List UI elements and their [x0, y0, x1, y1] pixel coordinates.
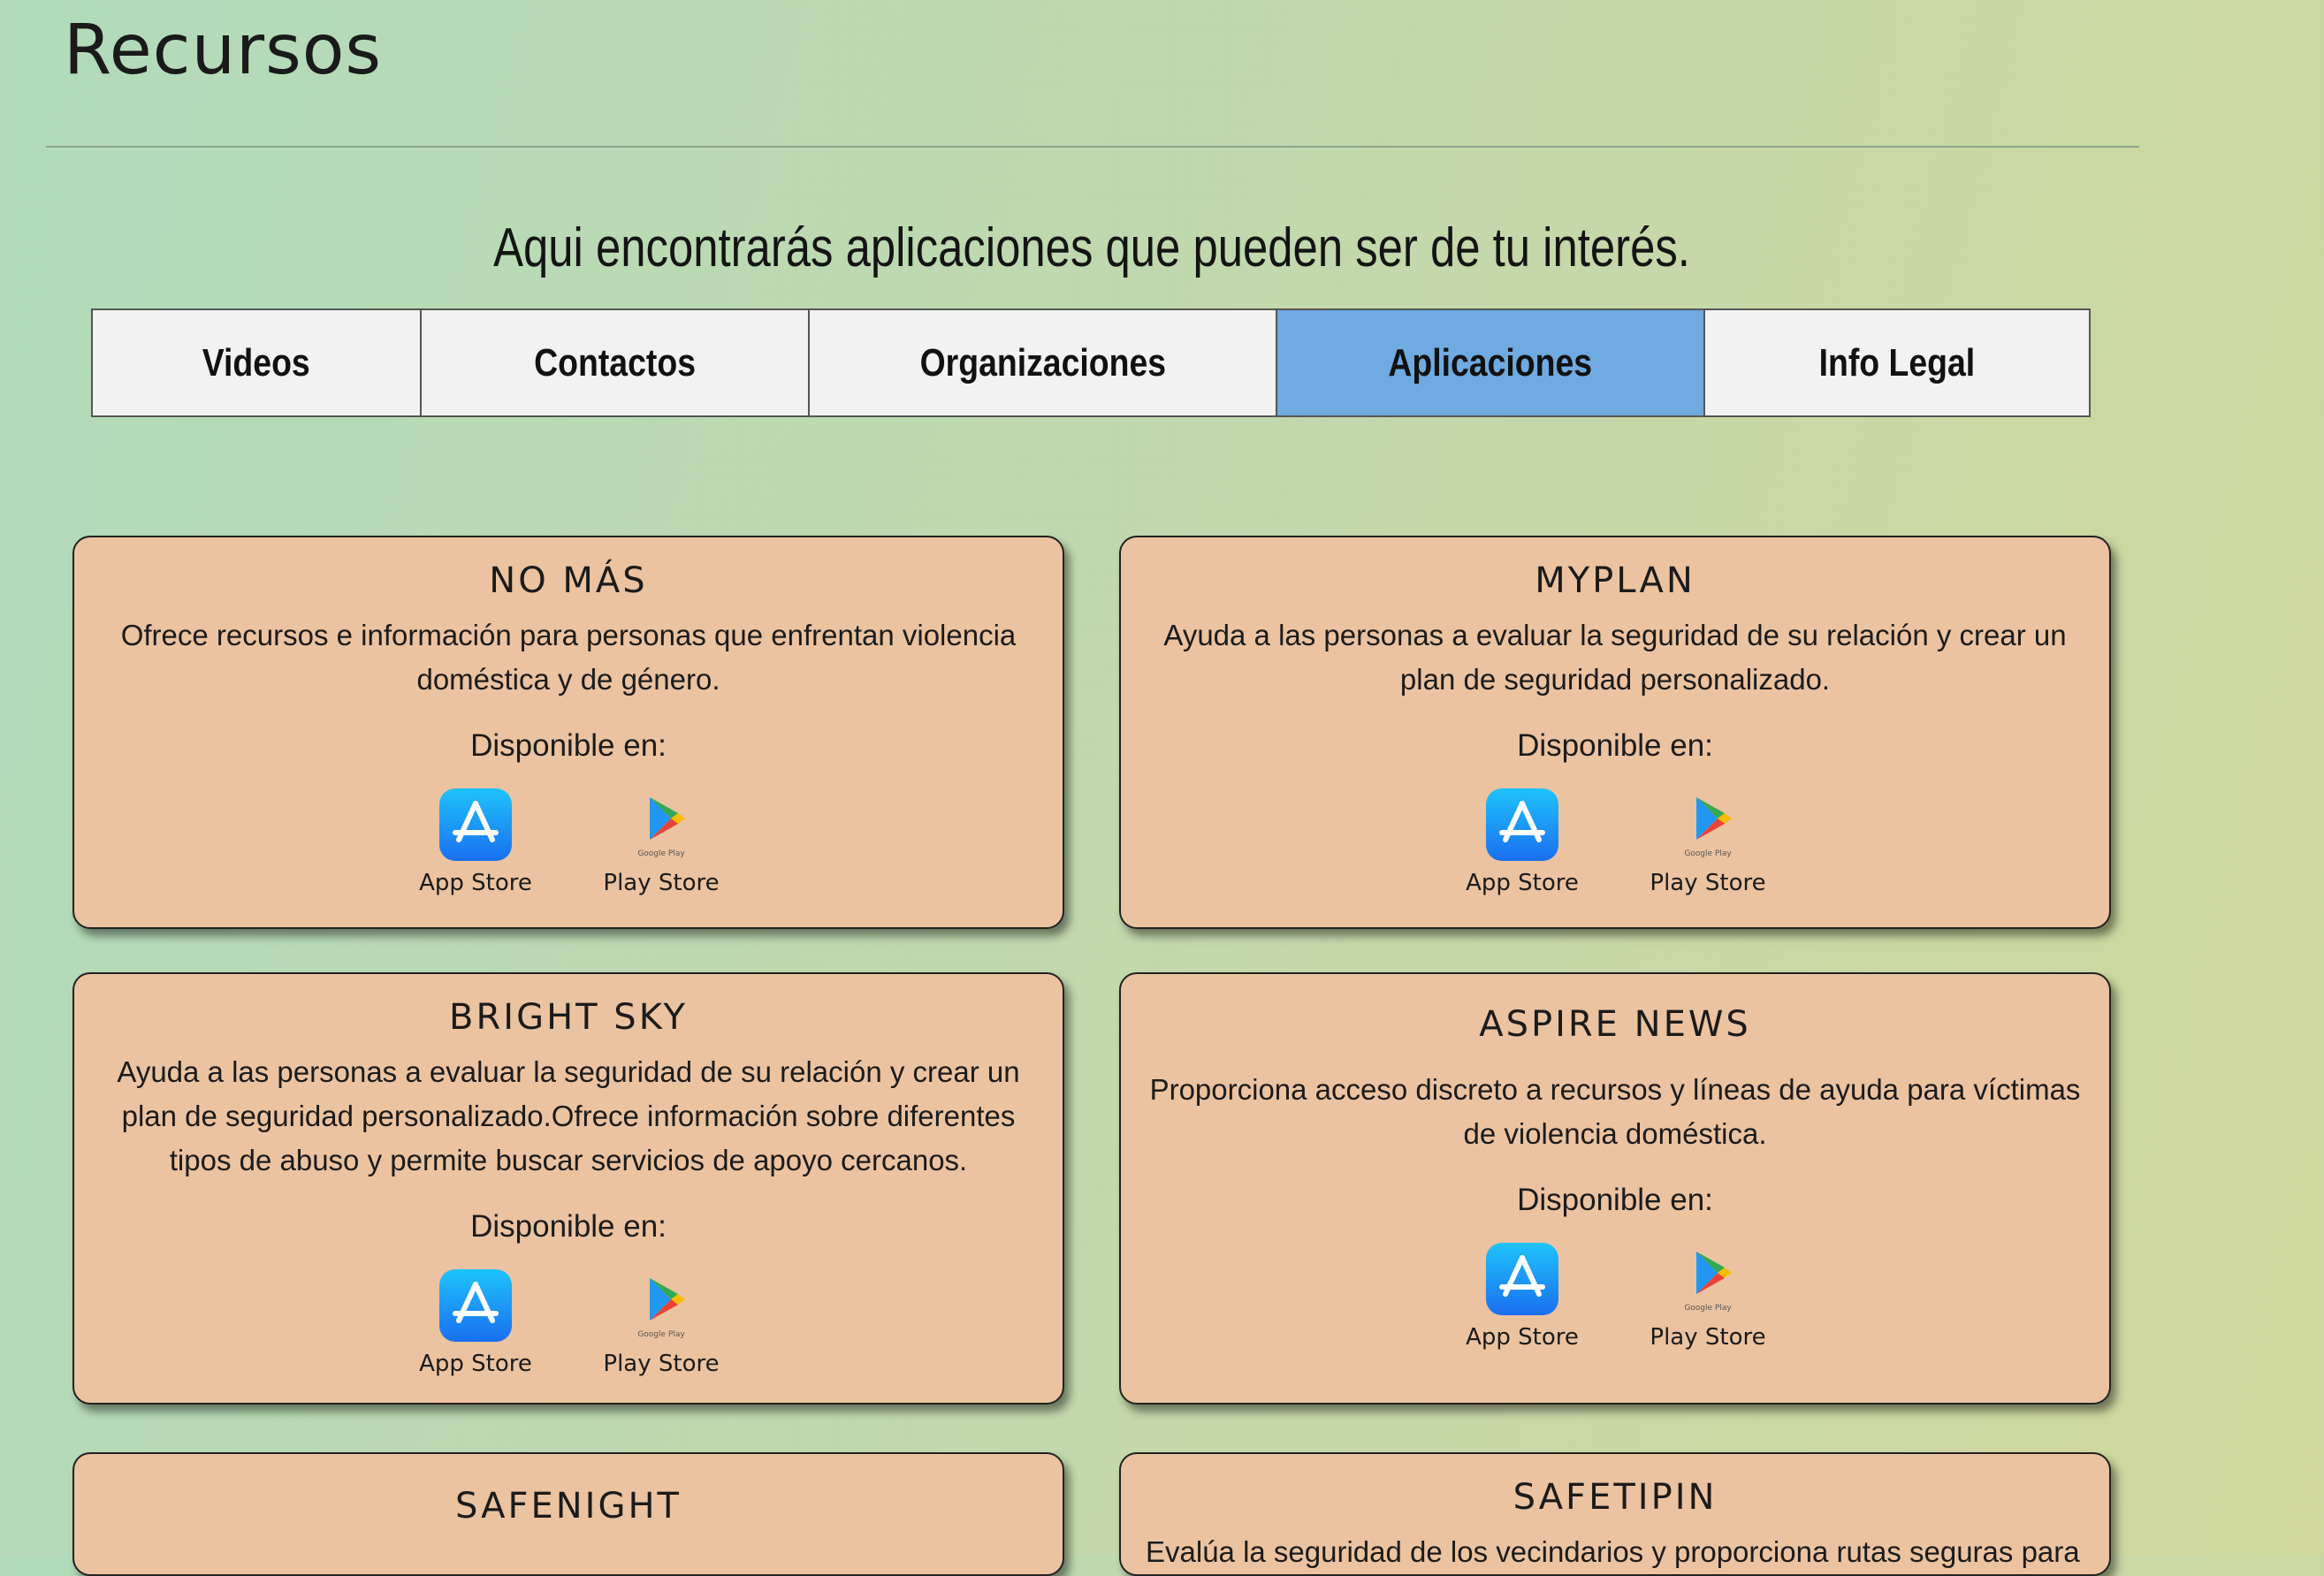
tab-label: Videos — [202, 340, 310, 384]
tab-label: Aplicaciones — [1388, 340, 1593, 384]
resource-tabs: Videos Contactos Organizaciones Aplicaci… — [91, 308, 2091, 417]
google-play-icon: Google Play — [1684, 1252, 1732, 1313]
app-card-myplan: MYPLAN Ayuda a las personas a evaluar la… — [1119, 536, 2111, 929]
tab-aplicaciones[interactable]: Aplicaciones — [1277, 310, 1705, 415]
store-label: Play Store — [1650, 870, 1766, 896]
app-title: BRIGHT SKY — [449, 997, 688, 1038]
store-links: App Store Google Play Play Store — [74, 788, 1063, 896]
availability-label: Disponible en: — [1517, 1183, 1713, 1217]
tab-organizaciones[interactable]: Organizaciones — [810, 310, 1277, 415]
app-description: Evalúa la seguridad de los vecindarios y… — [1146, 1535, 2084, 1568]
play-store-link[interactable]: Google Play Play Store — [603, 788, 720, 896]
tab-videos[interactable]: Videos — [93, 310, 422, 415]
play-store-link[interactable]: Google Play Play Store — [603, 1269, 720, 1377]
google-play-icon: Google Play — [637, 1278, 685, 1339]
availability-label: Disponible en: — [1517, 728, 1713, 763]
tab-contactos[interactable]: Contactos — [422, 310, 810, 415]
app-card-bright-sky: BRIGHT SKY Ayuda a las personas a evalua… — [72, 972, 1064, 1405]
store-links: App Store Google Play Play Store — [1121, 788, 2109, 896]
store-label: App Store — [419, 1351, 532, 1377]
tab-label: Info Legal — [1818, 340, 1976, 384]
app-store-link[interactable]: App Store — [1465, 788, 1580, 896]
app-store-link[interactable]: App Store — [418, 1269, 533, 1377]
app-store-link[interactable]: App Store — [418, 788, 533, 896]
play-store-link[interactable]: Google Play Play Store — [1650, 1243, 1766, 1351]
app-title: SAFETIPIN — [1513, 1477, 1718, 1518]
app-store-icon — [439, 788, 512, 861]
app-title: SAFENIGHT — [454, 1486, 682, 1527]
google-play-icon: Google Play — [1684, 797, 1732, 858]
app-title: NO MÁS — [489, 560, 648, 601]
app-description: Proporciona acceso discreto a recursos y… — [1149, 1073, 2081, 1150]
app-store-icon — [1486, 788, 1558, 861]
svg-text:Google Play: Google Play — [1684, 849, 1732, 858]
app-store-link[interactable]: App Store — [1465, 1243, 1580, 1351]
title-divider — [46, 146, 2139, 148]
tab-label: Contactos — [534, 340, 696, 384]
app-card-safenight: SAFENIGHT — [72, 1452, 1064, 1576]
app-description: Ayuda a las personas a evaluar la seguri… — [117, 1055, 1020, 1176]
store-label: Play Store — [603, 870, 720, 896]
store-label: Play Store — [1650, 1324, 1766, 1351]
app-title: ASPIRE NEWS — [1479, 1004, 1751, 1045]
page-title: Recursos — [64, 11, 383, 90]
availability-label: Disponible en: — [470, 1209, 667, 1244]
store-label: App Store — [1466, 870, 1579, 896]
svg-text:Google Play: Google Play — [637, 849, 685, 858]
store-label: Play Store — [603, 1351, 720, 1377]
store-label: App Store — [419, 870, 532, 896]
tab-label: Organizaciones — [919, 340, 1166, 384]
google-play-icon: Google Play — [637, 797, 685, 858]
store-links: App Store Google Play Play Store — [74, 1269, 1063, 1377]
svg-text:Google Play: Google Play — [637, 1330, 685, 1339]
play-store-link[interactable]: Google Play Play Store — [1650, 788, 1766, 896]
app-description: Ofrece recursos e información para perso… — [120, 619, 1017, 696]
app-card-aspire-news: ASPIRE NEWS Proporciona acceso discreto … — [1119, 972, 2111, 1405]
app-card-safetipin: SAFETIPIN Evalúa la seguridad de los vec… — [1119, 1452, 2111, 1576]
store-links: App Store Google Play Play Store — [1121, 1243, 2109, 1351]
app-card-no-mas: NO MÁS Ofrece recursos e información par… — [72, 536, 1064, 929]
tab-info-legal[interactable]: Info Legal — [1705, 310, 2089, 415]
availability-label: Disponible en: — [470, 728, 667, 763]
app-description: Ayuda a las personas a evaluar la seguri… — [1163, 619, 2067, 696]
app-title: MYPLAN — [1535, 560, 1695, 601]
svg-text:Google Play: Google Play — [1684, 1304, 1732, 1313]
app-store-icon — [1486, 1243, 1558, 1315]
intro-text: Aqui encontrarás aplicaciones que pueden… — [493, 217, 1690, 278]
app-store-icon — [439, 1269, 512, 1342]
store-label: App Store — [1466, 1324, 1579, 1351]
